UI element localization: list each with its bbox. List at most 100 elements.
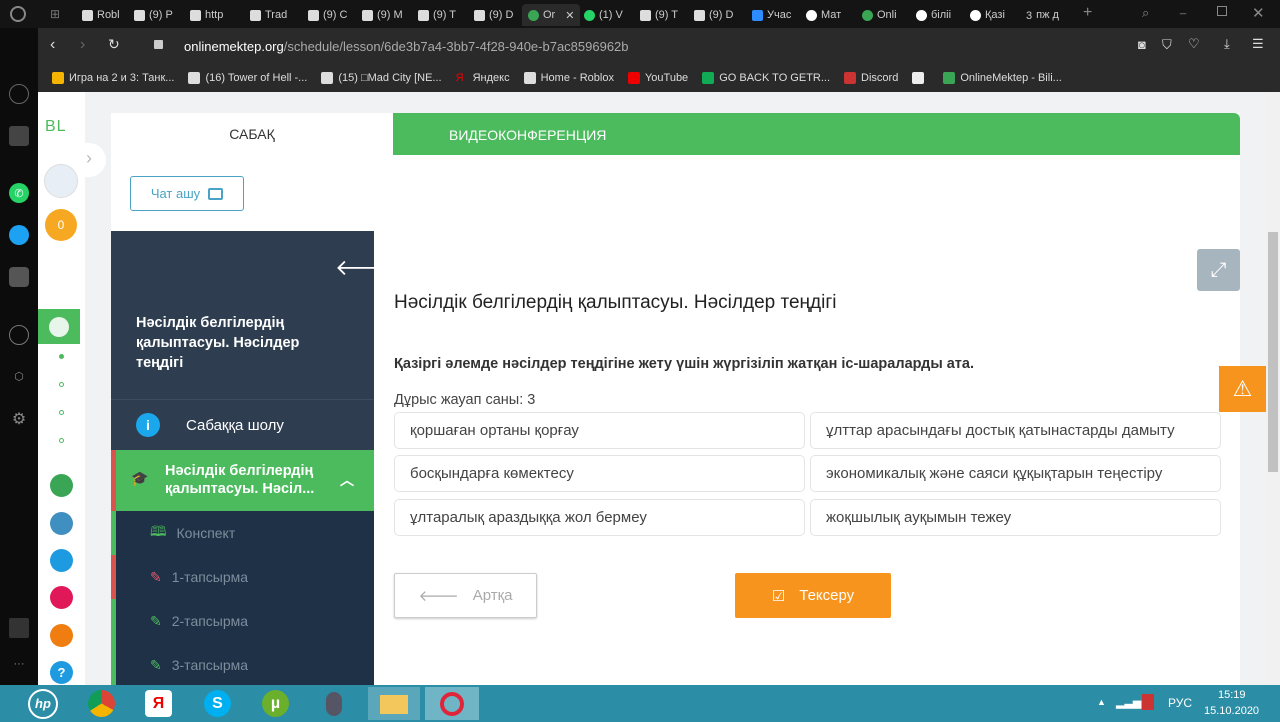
new-tab-icon[interactable]: + [1083,4,1092,22]
browser-tab[interactable]: (9) T [640,4,678,26]
chevron-up-icon[interactable]: ︿ [340,470,354,490]
bookmark[interactable]: GO BACK TO GETR... [702,72,830,84]
browser-tab[interactable]: Or ✕ [522,4,581,26]
app-twig[interactable] [50,586,73,609]
scrollbar[interactable] [1266,92,1280,685]
download-icon[interactable]: ⤓ [1224,36,1230,52]
answer-option[interactable]: ұлттар арасындағы достық қатынастарды да… [810,412,1221,449]
browser-tab[interactable]: Robl [82,4,120,26]
bookmark[interactable]: Я Яндекс [456,72,510,84]
url-field[interactable]: onlinemektep.org/schedule/lesson/6de3b7a… [184,39,629,54]
app-onlinemektep[interactable] [38,309,80,344]
browser-tab[interactable]: Мат [806,4,841,26]
app-webinar[interactable] [50,624,73,647]
mouse-icon[interactable] [326,692,342,716]
close-window-icon[interactable]: ✕ [1252,4,1265,22]
heart-icon[interactable]: ♡ [1188,36,1200,52]
answer-option[interactable]: жоқшылық ауқымын тежеу [810,499,1221,536]
hp-start-icon[interactable]: hp [28,689,58,719]
chrome-icon[interactable] [88,690,115,717]
report-warning-icon[interactable]: ⚠ [1219,366,1266,412]
signal-icon[interactable]: ▂▃▅ [1116,696,1141,709]
collapse-arrow-icon[interactable]: 🡐 [335,255,394,281]
opera-logo-icon[interactable] [10,6,26,22]
app-bilimland[interactable] [50,474,73,497]
step-dot[interactable] [59,438,64,443]
open-chat-button[interactable]: Чат ашу [130,176,244,211]
step-dot[interactable] [59,410,64,415]
restore-icon[interactable] [1217,6,1227,16]
more-icon[interactable]: ··· [9,654,29,674]
close-tab-icon[interactable]: ✕ [565,9,574,22]
nav-subitem-task-1[interactable]: ✎ 1-тапсырма [111,555,374,599]
forward-icon[interactable]: › [80,36,85,54]
tab-lesson[interactable]: САБАҚ [111,113,393,155]
nav-subitem-task-3[interactable]: ✎ 3-тапсырма [111,643,374,687]
player-icon[interactable] [9,618,29,638]
utorrent-icon[interactable]: µ [262,690,289,717]
twitter-icon[interactable] [9,225,29,245]
opera-taskbar-icon[interactable] [425,687,479,720]
settings-icon[interactable]: ⚙ [9,409,29,429]
shield-icon[interactable]: ⛉ [1162,37,1172,53]
bookmark[interactable]: (16) Tower of Hell -... [188,72,307,84]
gamepad-icon[interactable]: ⊞ [50,7,60,21]
browser-tab[interactable]: http [190,4,223,26]
answer-option[interactable]: экономикалық және саяси құқықтарын теңес… [810,455,1221,492]
app-test[interactable] [50,549,73,572]
step-dot[interactable] [59,354,64,359]
yandex-icon[interactable]: Я [145,690,172,717]
history-icon[interactable] [9,84,29,104]
browser-tab[interactable]: (1) V [584,4,623,26]
app-bilimbook[interactable] [50,512,73,535]
discord-icon[interactable] [9,267,29,287]
browser-tab[interactable]: Onli [862,4,897,26]
bookmark[interactable]: Discord [844,72,898,84]
language-indicator[interactable]: РУС [1168,696,1192,710]
help-button[interactable]: ? [50,661,73,684]
fullscreen-icon[interactable]: ⤢ [1197,249,1240,291]
twitch-icon[interactable] [9,126,29,146]
coins-badge[interactable]: 0 [45,209,77,241]
browser-tab[interactable]: 3 пж д [1026,4,1059,26]
nav-item-active-topic[interactable]: 🎓 Нәсілдік белгілердің қалыптасуы. Нәсіл… [111,450,374,511]
avatar[interactable] [44,164,78,198]
clock-icon[interactable] [9,325,29,345]
bookmark[interactable]: OnlineMektep - Bili... [943,72,1062,84]
search-tabs-icon[interactable]: ⌕ [1142,5,1149,21]
browser-tab[interactable]: (9) D [694,4,733,26]
browser-tab[interactable]: (9) D [474,4,513,26]
skype-icon[interactable]: S [204,690,231,717]
clock-date[interactable]: 15.10.2020 [1204,705,1259,717]
browser-tab[interactable]: (9) C [308,4,347,26]
clock-time[interactable]: 15:19 [1218,689,1246,701]
cube-icon[interactable]: ⬡ [9,366,29,386]
settings-sliders-icon[interactable]: ☰ [1252,36,1264,52]
file-explorer-icon[interactable] [368,687,420,720]
nav-item-overview[interactable]: i Сабаққа шолу [111,399,374,450]
battery-icon[interactable] [1142,694,1154,710]
browser-tab[interactable]: (9) T [418,4,456,26]
browser-tab[interactable]: Қазі [970,4,1005,26]
step-dot[interactable] [59,382,64,387]
browser-tab[interactable]: (9) M [362,4,403,26]
browser-tab[interactable]: Trad [250,4,287,26]
nav-subitem-task-2[interactable]: ✎ 2-тапсырма [111,599,374,643]
answer-option[interactable]: қоршаған ортаны қорғау [394,412,805,449]
bookmark[interactable]: Home - Roblox [523,72,614,84]
tray-arrow-icon[interactable]: ▲ [1097,697,1106,707]
answer-option[interactable]: ұлтаралық араздыққа жол бермеу [394,499,805,536]
bookmark[interactable]: (15) □Mad City [NE... [321,72,442,84]
browser-tab[interactable]: (9) P [134,4,173,26]
answer-option[interactable]: босқындарға көмектесу [394,455,805,492]
bookmark[interactable]: YouTube [627,72,688,84]
reload-icon[interactable]: ↻ [108,36,120,53]
bookmark[interactable]: Игра на 2 и 3: Танк... [52,72,174,84]
tab-videoconference[interactable]: ВИДЕОКОНФЕРЕНЦИЯ [393,113,1240,155]
bookmark[interactable] [912,72,929,84]
back-button[interactable]: 🡐 Артқа [394,573,537,618]
browser-tab[interactable]: біліі [916,4,951,26]
check-button[interactable]: ☑ Тексеру [735,573,891,618]
minimize-icon[interactable]: _ [1180,3,1186,15]
back-icon[interactable]: ‹ [50,36,55,54]
